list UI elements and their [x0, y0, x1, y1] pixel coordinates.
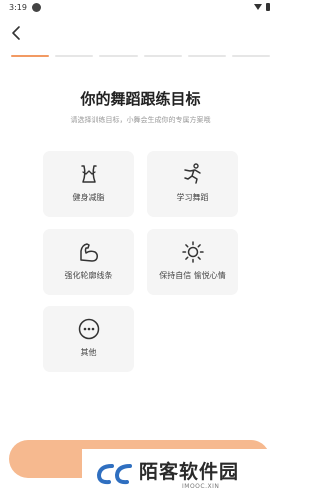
progress-step [231, 55, 271, 57]
goal-label: 健身减脂 [72, 193, 105, 202]
chevron-left-icon [12, 26, 20, 40]
goal-label: 其他 [80, 348, 97, 357]
step-progress [11, 55, 271, 58]
goal-option-learn-dance[interactable]: 学习舞蹈 [147, 151, 238, 217]
page-subtitle: 请选择训练目标，小舞会生成你的专属方案哦 [70, 116, 211, 124]
page-title: 你的舞蹈跟练目标 [80, 90, 201, 108]
dancer-icon [183, 163, 201, 184]
watermark-title: 陌客软件园 [139, 461, 240, 483]
sun-icon [181, 241, 204, 263]
progress-step [143, 55, 182, 57]
goal-label: 学习舞蹈 [176, 193, 209, 202]
progress-step [99, 55, 138, 57]
flexed-arm-icon [79, 243, 98, 262]
progress-step [11, 55, 50, 57]
progress-step [55, 55, 94, 57]
more-dots-icon [78, 318, 99, 340]
watermark: 陌客软件园 IMOOC.XIN [82, 449, 281, 500]
goal-option-confidence[interactable]: 保持自信 愉悦心情 [147, 229, 238, 295]
notification-dot-icon [32, 3, 41, 12]
goal-option-tone-body[interactable]: 强化轮廓线条 [43, 229, 134, 295]
watermark-subtitle: IMOOC.XIN [182, 483, 220, 490]
wifi-icon [254, 4, 262, 10]
back-button[interactable] [9, 24, 25, 42]
goal-option-other[interactable]: 其他 [43, 306, 134, 372]
goal-label: 强化轮廓线条 [64, 271, 113, 280]
waist-body-icon [80, 165, 97, 183]
progress-step [187, 55, 226, 57]
goal-option-lose-fat[interactable]: 健身减脂 [43, 151, 134, 217]
battery-icon [266, 3, 270, 11]
goal-label: 保持自信 愉悦心情 [159, 271, 226, 280]
status-bar: 3:19 [0, 0, 281, 16]
status-time: 3:19 [9, 3, 27, 12]
watermark-logo-icon [96, 464, 132, 485]
